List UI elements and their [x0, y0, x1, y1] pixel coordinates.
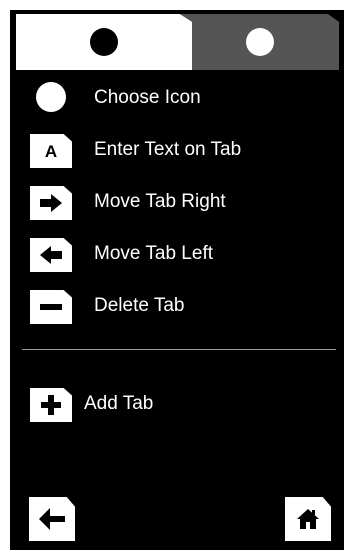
plus-icon	[28, 386, 72, 422]
choose-icon-button[interactable]: Choose Icon	[28, 78, 328, 118]
move-tab-left-label: Move Tab Left	[94, 243, 214, 264]
choose-icon-label: Choose Icon	[94, 87, 201, 108]
divider	[22, 349, 336, 350]
delete-tab-label: Delete Tab	[94, 295, 185, 316]
move-tab-left-button[interactable]: Move Tab Left	[28, 234, 328, 274]
add-tab-button[interactable]: Add Tab	[28, 384, 328, 424]
circle-icon	[28, 80, 72, 116]
add-tab-label: Add Tab	[84, 393, 154, 414]
tab-editor-panel: Choose Icon A Enter Text on Tab Move Tab…	[10, 10, 344, 550]
tab-2[interactable]	[180, 14, 339, 70]
move-tab-right-label: Move Tab Right	[94, 191, 226, 212]
delete-tab-button[interactable]: Delete Tab	[28, 286, 328, 326]
arrow-left-icon	[39, 508, 65, 530]
minus-icon	[28, 288, 72, 324]
home-icon	[297, 509, 319, 529]
tab-1[interactable]	[16, 14, 192, 70]
text-icon-letter: A	[44, 141, 58, 161]
back-button[interactable]	[29, 497, 75, 541]
enter-text-label: Enter Text on Tab	[94, 139, 242, 160]
move-tab-right-button[interactable]: Move Tab Right	[28, 182, 328, 222]
circle-icon	[90, 28, 118, 56]
text-a-icon: A	[28, 132, 72, 168]
enter-text-button[interactable]: A Enter Text on Tab	[28, 130, 328, 170]
circle-icon	[246, 28, 274, 56]
home-button[interactable]	[285, 497, 331, 541]
arrow-right-icon	[28, 184, 72, 220]
arrow-left-icon	[28, 236, 72, 272]
